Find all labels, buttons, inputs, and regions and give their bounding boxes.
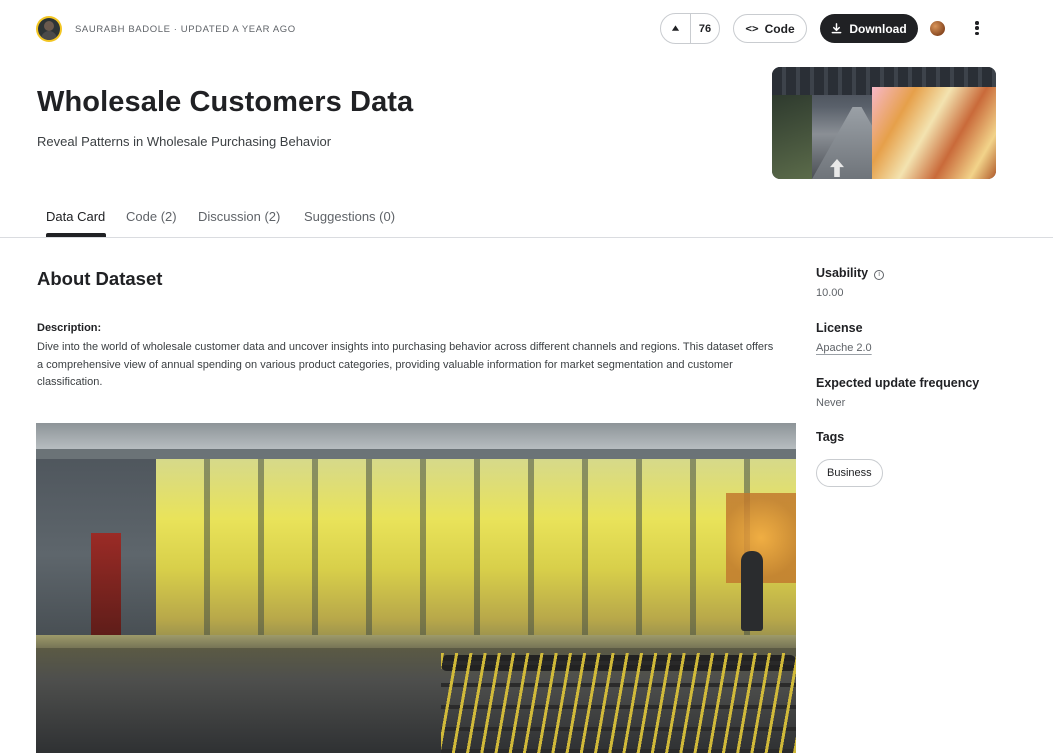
upvote-count[interactable]: 76	[691, 23, 719, 35]
update-frequency-value: Never	[816, 397, 846, 409]
dataset-cover-image	[772, 67, 996, 179]
kebab-menu-icon	[975, 21, 979, 25]
usability-label: Usability	[816, 266, 869, 280]
author-name[interactable]: SAURABH BADOLE	[75, 24, 171, 35]
download-button[interactable]: Download	[820, 14, 918, 43]
code-button[interactable]: <> Code	[733, 14, 807, 43]
byline: SAURABH BADOLE · UPDATED A YEAR AGO	[75, 24, 296, 35]
more-options-button[interactable]	[970, 19, 984, 37]
description-text: Dive into the world of wholesale custome…	[37, 341, 774, 388]
usability-heading: Usability i	[816, 266, 885, 280]
active-tab-indicator	[46, 233, 106, 237]
tab-bar: Data Card Code (2) Discussion (2) Sugges…	[0, 200, 1053, 238]
usability-value: 10.00	[816, 287, 844, 299]
updated-time: · UPDATED A YEAR AGO	[173, 24, 296, 35]
tab-code[interactable]: Code (2)	[126, 209, 177, 224]
download-button-label: Download	[849, 21, 907, 36]
upvote-arrow-icon	[671, 25, 680, 31]
about-heading: About Dataset	[37, 268, 163, 289]
tag-chip[interactable]: Business	[816, 459, 883, 487]
update-frequency-heading: Expected update frequency	[816, 376, 980, 390]
download-icon	[831, 23, 842, 34]
dataset-subtitle: Reveal Patterns in Wholesale Purchasing …	[37, 134, 332, 149]
top-bar: SAURABH BADOLE · UPDATED A YEAR AGO 76 <…	[0, 0, 1053, 58]
tab-suggestions[interactable]: Suggestions (0)	[304, 209, 395, 224]
user-profile-avatar[interactable]	[930, 21, 945, 36]
tab-data-card[interactable]: Data Card	[46, 209, 105, 224]
author-avatar[interactable]	[36, 16, 62, 42]
tags-heading: Tags	[816, 430, 845, 444]
description-label: Description:	[37, 322, 102, 334]
code-button-label: Code	[764, 21, 795, 36]
license-heading: License	[816, 321, 863, 335]
info-icon[interactable]: i	[874, 270, 885, 280]
license-link[interactable]: Apache 2.0	[816, 342, 872, 354]
author-avatar-image	[38, 18, 60, 40]
upvote-control: 76	[660, 13, 720, 44]
supermarket-photo	[36, 423, 796, 753]
tab-discussion[interactable]: Discussion (2)	[198, 209, 280, 224]
code-brackets-icon: <>	[745, 22, 759, 35]
dataset-title: Wholesale Customers Data	[37, 86, 414, 118]
upvote-button[interactable]	[661, 14, 691, 43]
